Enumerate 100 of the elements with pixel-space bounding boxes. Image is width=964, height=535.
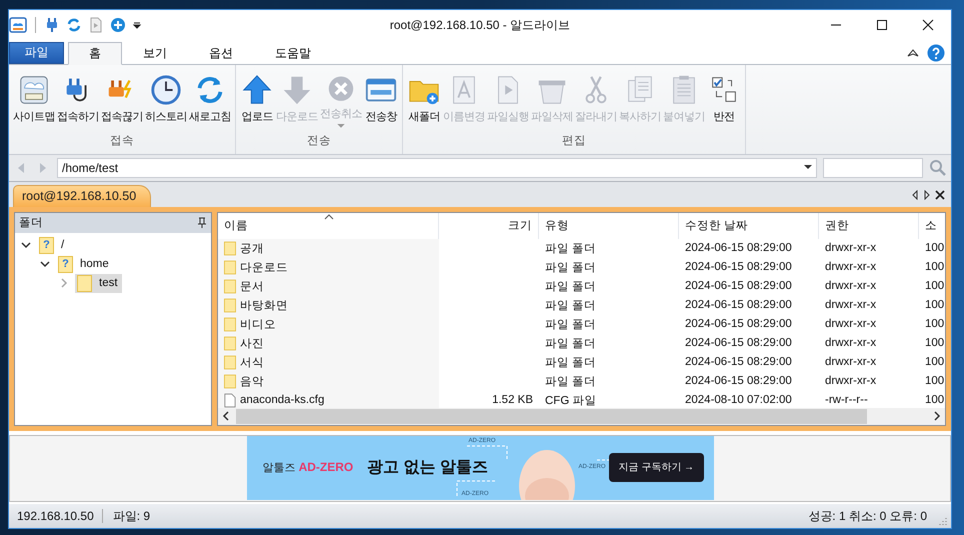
add-icon[interactable] xyxy=(110,17,126,34)
status-host: 192.168.10.50 xyxy=(17,509,103,524)
file-name[interactable]: 공개 xyxy=(240,240,264,256)
resize-grip-icon[interactable] xyxy=(937,516,947,526)
table-cell: 2024-06-15 08:29:00 xyxy=(685,280,792,292)
connection-tab[interactable]: root@192.168.10.50 xyxy=(13,184,152,207)
table-cell: 100 xyxy=(925,318,944,330)
column-header[interactable]: 소 xyxy=(919,212,945,239)
column-header[interactable]: 권한 xyxy=(819,212,919,239)
ribbon-button[interactable]: 접속하기 xyxy=(56,70,100,131)
table-cell: 2024-06-15 08:29:00 xyxy=(685,261,792,274)
ribbon-button[interactable]: 전송창 xyxy=(363,70,399,131)
table-cell: drwxr-xr-x xyxy=(825,280,876,292)
table-cell: drwxr-xr-x xyxy=(825,242,876,254)
table-cell: 2024-06-15 08:29:00 xyxy=(685,337,792,350)
app-logo-icon[interactable] xyxy=(9,16,27,34)
table-cell: drwxr-xr-x xyxy=(825,318,876,330)
table-cell: drwxr-xr-x xyxy=(825,375,876,388)
expand-toggle-icon[interactable] xyxy=(59,278,69,288)
status-results: 성공: 1 취소: 0 오류: 0 xyxy=(808,508,927,525)
plug-icon[interactable] xyxy=(44,17,60,34)
table-cell: drwxr-xr-x xyxy=(825,261,876,274)
tree-item[interactable]: ? home xyxy=(56,254,113,274)
refresh-icon[interactable] xyxy=(66,17,82,34)
table-cell-text: 파일 폴더 xyxy=(545,260,596,275)
ribbon-button[interactable]: 새폴더 xyxy=(406,70,442,131)
ribbon-group-label: 전송 xyxy=(307,134,331,149)
tab-right-icon[interactable] xyxy=(923,190,931,200)
file-name[interactable]: 바탕화면 xyxy=(240,298,288,313)
file-menu-tab[interactable]: 파일 xyxy=(9,42,64,64)
table-cell: 2024-06-15 08:29:00 xyxy=(685,299,792,312)
expand-toggle-icon[interactable] xyxy=(40,259,50,270)
pin-icon[interactable] xyxy=(197,216,207,229)
window-title: root@192.168.10.50 - 알드라이브 xyxy=(388,16,572,34)
tab-left-icon[interactable] xyxy=(911,190,919,200)
ribbon-button[interactable]: 새로고침 xyxy=(188,70,232,131)
status-file-count: 파일: 9 xyxy=(112,508,150,525)
table-cell-text: 파일 폴더 xyxy=(545,318,596,332)
ribbon-group-label: 접속 xyxy=(110,134,134,149)
tree-item[interactable]: ? / xyxy=(37,236,68,255)
tree-item[interactable]: test xyxy=(75,274,122,293)
ribbon-button[interactable]: 접속끊기 xyxy=(100,70,144,131)
table-cell: 100 xyxy=(925,375,944,388)
ribbon-tab[interactable]: 홈 xyxy=(68,42,122,65)
table-cell: 100 xyxy=(925,337,944,350)
ribbon-tab[interactable]: 보기 xyxy=(122,42,188,65)
ribbon-button[interactable]: 반전 xyxy=(706,70,742,131)
ad-headline: 광고 없는 알툴즈 xyxy=(367,458,488,478)
table-cell: 100 xyxy=(925,356,944,368)
column-header[interactable]: 유형 xyxy=(539,212,679,239)
file-name[interactable]: 서식 xyxy=(240,354,264,370)
table-cell: 100 xyxy=(925,280,944,292)
table-cell: drwxr-xr-x xyxy=(825,337,876,350)
ribbon-button[interactable]: 업로드 xyxy=(239,70,275,131)
table-cell: 100 xyxy=(925,394,944,406)
folder-icon xyxy=(77,274,92,292)
file-name[interactable]: 사진 xyxy=(240,336,264,351)
column-header[interactable]: 수정한 날짜 xyxy=(679,212,819,239)
ribbon-button[interactable]: 히스토리 xyxy=(144,70,188,131)
search-field[interactable] xyxy=(823,158,923,178)
path-field[interactable]: /home/test xyxy=(57,158,817,178)
ribbon-group-label: 편집 xyxy=(562,134,586,149)
file-name[interactable]: 음악 xyxy=(240,374,264,389)
close-tab-icon[interactable] xyxy=(935,190,945,200)
folder-icon: ? xyxy=(58,256,73,273)
file-name[interactable]: 비디오 xyxy=(240,316,276,332)
table-cell: 1.52 KB xyxy=(492,394,533,406)
table-cell-text: 파일 폴더 xyxy=(545,356,596,370)
expand-toggle-icon[interactable] xyxy=(21,240,31,250)
table-cell: -rw-r--r-- xyxy=(825,394,868,406)
table-cell: drwxr-xr-x xyxy=(825,299,876,312)
folder-icon: ? xyxy=(39,236,54,254)
table-cell: 2024-06-15 08:29:00 xyxy=(685,242,792,254)
scroll-left-icon[interactable] xyxy=(222,411,230,422)
table-cell: 100 xyxy=(925,299,944,312)
table-cell: 2024-08-10 07:02:00 xyxy=(685,394,792,406)
panel-title: 폴더 xyxy=(19,216,43,230)
help-icon[interactable] xyxy=(927,44,945,62)
table-cell: drwxr-xr-x xyxy=(825,356,876,368)
table-cell-text: 파일 폴더 xyxy=(545,280,596,294)
file-name[interactable]: 문서 xyxy=(240,278,264,294)
dropdown-icon[interactable] xyxy=(132,20,142,30)
ribbon-tab[interactable]: 도움말 xyxy=(254,42,332,65)
table-cell-text: 파일 폴더 xyxy=(545,336,596,351)
scrollbar-thumb[interactable] xyxy=(236,408,867,424)
ribbon-button[interactable]: 사이트맵 xyxy=(12,70,56,131)
collapse-ribbon-icon[interactable] xyxy=(907,48,919,58)
table-cell-text: 파일 폴더 xyxy=(545,374,596,389)
table-cell-text: 파일 폴더 xyxy=(545,242,596,256)
ad-brand: 알툴즈 AD-ZERO xyxy=(262,460,354,476)
table-cell: 2024-06-15 08:29:00 xyxy=(685,356,792,368)
ribbon-tab[interactable]: 옵션 xyxy=(188,42,254,65)
table-cell: 100 xyxy=(925,261,944,274)
subscribe-button[interactable]: 지금 구독하기 → xyxy=(608,452,704,482)
table-cell: 100 xyxy=(925,242,944,254)
dropdown-icon[interactable] xyxy=(804,165,812,170)
file-name[interactable]: 다운로드 xyxy=(240,260,288,275)
table-cell: 2024-06-15 08:29:00 xyxy=(685,318,792,330)
column-header[interactable]: 크기 xyxy=(439,212,539,239)
scroll-right-icon[interactable] xyxy=(933,411,941,422)
